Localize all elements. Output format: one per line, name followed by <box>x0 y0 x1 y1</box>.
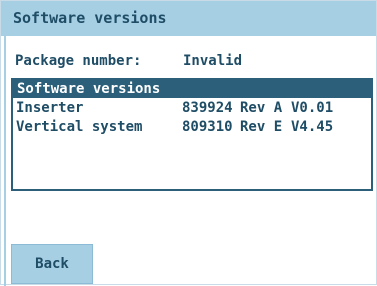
software-versions-list[interactable]: Software versions Inserter 839924 Rev A … <box>11 78 373 191</box>
list-row-inserter[interactable]: Inserter 839924 Rev A V0.01 <box>16 99 368 118</box>
back-button[interactable]: Back <box>11 244 93 284</box>
software-revision: Rev A <box>240 100 283 116</box>
software-name: Vertical system <box>16 119 143 135</box>
package-number-label: Package number: <box>15 53 142 69</box>
software-version: V0.01 <box>291 100 334 116</box>
page-title: Software versions <box>13 9 167 27</box>
software-number: 839924 <box>182 100 233 116</box>
title-bar: Software versions <box>1 1 376 36</box>
software-versions-screen: Software versions Package number: Invali… <box>0 0 377 286</box>
package-number-row: Package number: Invalid <box>15 51 365 71</box>
software-number: 809310 <box>182 119 233 135</box>
software-name: Inserter <box>16 100 84 116</box>
list-row-vertical-system[interactable]: Vertical system 809310 Rev E V4.45 <box>16 118 368 137</box>
software-version: V4.45 <box>291 119 334 135</box>
package-number-value: Invalid <box>183 53 243 69</box>
list-header: Software versions <box>13 80 371 98</box>
software-revision: Rev E <box>240 119 283 135</box>
left-accent-line <box>4 36 6 286</box>
